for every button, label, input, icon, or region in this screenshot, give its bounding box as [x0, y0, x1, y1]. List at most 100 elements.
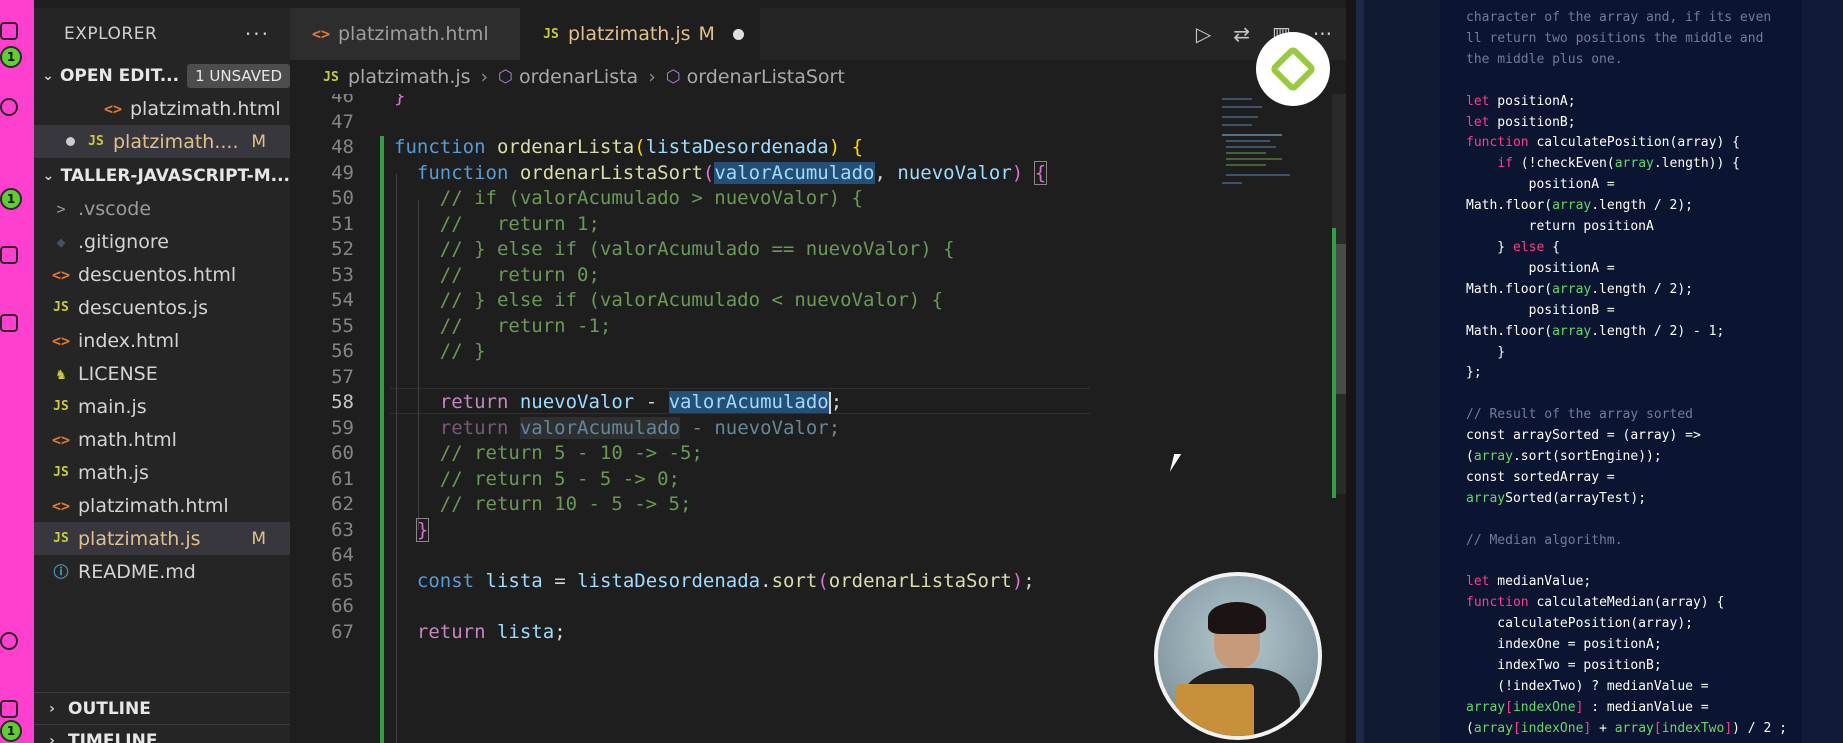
- code-line: }: [415, 518, 430, 542]
- chevron-right-icon: ›: [49, 701, 55, 717]
- account-icon[interactable]: [0, 632, 18, 650]
- line-number: 61: [331, 468, 354, 490]
- line-number: 52: [331, 238, 354, 260]
- timeline-section[interactable]: › TIMELINE: [34, 724, 290, 743]
- unsaved-dot-icon[interactable]: [66, 137, 75, 146]
- platzi-logo: [1256, 32, 1330, 106]
- outline-label: OUTLINE: [68, 699, 151, 719]
- line-number-current: 58: [331, 391, 354, 413]
- breadcrumb-inner-function[interactable]: ordenarListaSort: [687, 66, 845, 88]
- chevron-down-icon: ⌄: [42, 168, 55, 184]
- file-item-license[interactable]: ♞ LICENSE: [34, 357, 290, 390]
- git-file-icon: ◆: [56, 232, 66, 251]
- chevron-right-icon: ›: [480, 66, 489, 88]
- code-line: // }: [394, 340, 486, 362]
- code-line: // } else if (valorAcumulado < nuevoValo…: [394, 289, 944, 311]
- line-number: 47: [331, 111, 354, 133]
- blog-code-comment: the middle plus one.: [1466, 51, 1623, 67]
- js-file-icon: JS: [88, 134, 104, 149]
- html-file-icon: <>: [51, 496, 71, 515]
- line-number: 55: [331, 315, 354, 337]
- settings-gear-icon[interactable]: [0, 700, 18, 718]
- explorer-title: EXPLORER: [64, 24, 158, 44]
- editor-tab-bar: <> platzimath.html JS platzimath.js M ▷ …: [290, 8, 1346, 60]
- line-number: 51: [331, 213, 354, 235]
- file-name: platzimath.html: [78, 494, 229, 517]
- modified-indicator: M: [251, 131, 266, 152]
- line-number: 50: [331, 187, 354, 209]
- project-folder-section[interactable]: ⌄ TALLER-JAVASCRIPT-M...: [34, 160, 290, 192]
- breadcrumb-file[interactable]: platzimath.js: [348, 66, 471, 88]
- js-file-icon: JS: [543, 26, 559, 42]
- code-line: }: [394, 94, 406, 107]
- code-line: // return 5 - 5 -> 0;: [394, 468, 680, 490]
- tab-label: platzimath.js: [568, 23, 691, 45]
- file-item-readme[interactable]: ⓘ README.md: [34, 555, 290, 588]
- method-cube-icon: ⬡: [665, 67, 681, 87]
- compare-changes-icon[interactable]: ⇄: [1233, 22, 1250, 46]
- webcam-overlay: [1154, 572, 1322, 740]
- chevron-down-icon: ⌄: [42, 68, 54, 84]
- file-name: descuentos.html: [78, 263, 237, 286]
- blog-code-comment: character of the array and, if its even: [1466, 10, 1772, 25]
- tab-platzimath-html[interactable]: <> platzimath.html: [290, 8, 520, 60]
- line-number: 53: [331, 264, 354, 286]
- project-folder-label: TALLER-JAVASCRIPT-M...: [60, 166, 290, 186]
- license-file-icon: ♞: [56, 364, 66, 383]
- code-line: return lista;: [416, 621, 566, 643]
- file-item-platzimath-html[interactable]: <> platzimath.html: [34, 489, 290, 522]
- line-number: 65: [331, 570, 354, 592]
- html-file-icon: <>: [311, 25, 331, 43]
- line-number: 56: [331, 340, 354, 362]
- file-item-main-js[interactable]: JS main.js: [34, 390, 290, 423]
- line-number: 57: [331, 366, 354, 388]
- line-number: 54: [331, 289, 354, 311]
- file-name: math.js: [78, 461, 149, 484]
- blog-code-snippet: character of the array and, if its even …: [1466, 10, 1787, 736]
- breadcrumb-function[interactable]: ordenarLista: [519, 66, 638, 88]
- line-number: 49: [331, 162, 354, 184]
- js-file-icon: JS: [53, 465, 69, 480]
- line-number: 46: [331, 94, 354, 107]
- run-icon[interactable]: ▷: [1196, 22, 1211, 46]
- tab-platzimath-js[interactable]: JS platzimath.js M: [520, 8, 760, 60]
- js-file-icon: JS: [53, 300, 69, 315]
- explorer-sidebar: EXPLORER ··· ⌄ OPEN EDIT... 1 UNSAVED <>…: [34, 8, 290, 743]
- settings-badge: 1: [0, 720, 22, 742]
- open-editors-section[interactable]: ⌄ OPEN EDIT... 1 UNSAVED: [34, 60, 290, 92]
- activity-bar: 1 1 1: [0, 0, 34, 743]
- file-item-descuentos-html[interactable]: <> descuentos.html: [34, 258, 290, 291]
- file-item-platzimath-js[interactable]: JS platzimath.js M: [34, 522, 290, 555]
- file-item-gitignore[interactable]: ◆ .gitignore: [34, 225, 290, 258]
- minimap[interactable]: [1218, 94, 1332, 194]
- unsaved-dot-icon[interactable]: [732, 28, 744, 40]
- line-number: 48: [331, 136, 354, 158]
- outline-section[interactable]: › OUTLINE: [34, 692, 290, 725]
- open-editor-item-platzimath-js[interactable]: JS platzimath.... M: [34, 125, 290, 158]
- file-item-index-html[interactable]: <> index.html: [34, 324, 290, 357]
- file-name: .gitignore: [78, 230, 169, 253]
- html-file-icon: <>: [51, 265, 71, 284]
- file-item-math-html[interactable]: <> math.html: [34, 423, 290, 456]
- extensions-icon[interactable]: [0, 314, 18, 332]
- file-name: math.html: [78, 428, 177, 451]
- search-icon[interactable]: [0, 98, 18, 116]
- files-icon[interactable]: [0, 22, 18, 40]
- file-item-descuentos-js[interactable]: JS descuentos.js: [34, 291, 290, 324]
- platzi-logo-icon: [1268, 44, 1318, 94]
- text-cursor: [828, 391, 831, 414]
- html-file-icon: <>: [51, 331, 71, 350]
- line-number: 66: [331, 595, 354, 617]
- code-line: const lista = listaDesordenada.sort(orde…: [416, 570, 1035, 592]
- folder-item-vscode[interactable]: > .vscode: [34, 192, 290, 225]
- code-line-current: return nuevoValor - valorAcumulado;: [439, 391, 843, 414]
- more-actions-icon[interactable]: ···: [245, 22, 270, 46]
- js-file-icon: JS: [53, 531, 69, 546]
- file-item-math-js[interactable]: JS math.js: [34, 456, 290, 489]
- blog-code-comment: ll return two positions the middle and: [1466, 30, 1764, 46]
- code-line: // } else if (valorAcumulado == nuevoVal…: [394, 238, 955, 260]
- open-editor-item-platzimath-html[interactable]: <> platzimath.html: [34, 92, 290, 125]
- run-debug-icon[interactable]: [0, 246, 18, 264]
- method-cube-icon: ⬡: [498, 67, 513, 87]
- source-control-badge: 1: [0, 188, 22, 210]
